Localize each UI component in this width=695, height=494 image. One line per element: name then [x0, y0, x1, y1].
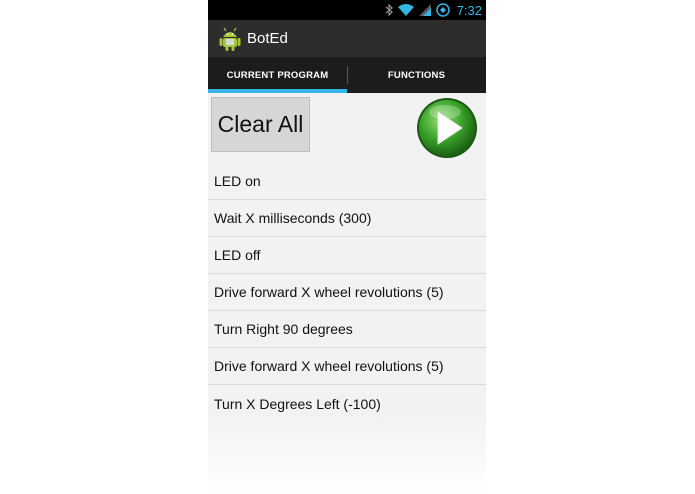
list-item[interactable]: Wait X milliseconds (300)	[208, 200, 486, 237]
cell-signal-icon	[418, 4, 431, 16]
program-panel: Clear All LED on Wait X milliseconds (30…	[208, 93, 486, 494]
list-item-label: LED on	[214, 173, 261, 189]
list-item-label: Drive forward X wheel revolutions (5)	[214, 284, 444, 300]
play-button[interactable]	[416, 97, 478, 159]
list-item[interactable]: Turn Right 90 degrees	[208, 311, 486, 348]
list-item-label: Turn X Degrees Left (-100)	[214, 395, 381, 412]
tab-label: CURRENT PROGRAM	[226, 69, 329, 81]
play-icon	[417, 98, 477, 158]
clear-all-button[interactable]: Clear All	[211, 97, 310, 152]
app-title: BotEd	[247, 30, 288, 47]
tab-divider	[347, 66, 348, 84]
list-item-label: Turn Right 90 degrees	[214, 321, 353, 337]
program-list: LED on Wait X milliseconds (300) LED off…	[208, 163, 486, 422]
tab-functions[interactable]: FUNCTIONS	[347, 57, 486, 93]
list-item[interactable]: Turn X Degrees Left (-100)	[208, 385, 486, 422]
wifi-icon	[397, 4, 414, 16]
list-item[interactable]: LED off	[208, 237, 486, 274]
clock-time: 7:32	[456, 2, 482, 18]
battery-icon	[435, 3, 450, 17]
list-item-label: LED off	[214, 247, 261, 263]
phone-screen: 7:32 BotEd CURRENT PROGRAM FUNCTIONS Cle…	[208, 0, 486, 494]
list-item-label: Drive forward X wheel revolutions (5)	[214, 358, 444, 374]
status-bar: 7:32	[208, 0, 486, 20]
list-item-label: Wait X milliseconds (300)	[214, 210, 372, 226]
android-robot-icon[interactable]	[219, 27, 241, 51]
list-item[interactable]: LED on	[208, 163, 486, 200]
bluetooth-icon	[385, 4, 393, 16]
list-item[interactable]: Drive forward X wheel revolutions (5)	[208, 348, 486, 385]
tab-label: FUNCTIONS	[387, 69, 446, 81]
list-item[interactable]: Drive forward X wheel revolutions (5)	[208, 274, 486, 311]
tab-current-program[interactable]: CURRENT PROGRAM	[208, 57, 347, 93]
action-bar: BotEd	[208, 20, 486, 57]
